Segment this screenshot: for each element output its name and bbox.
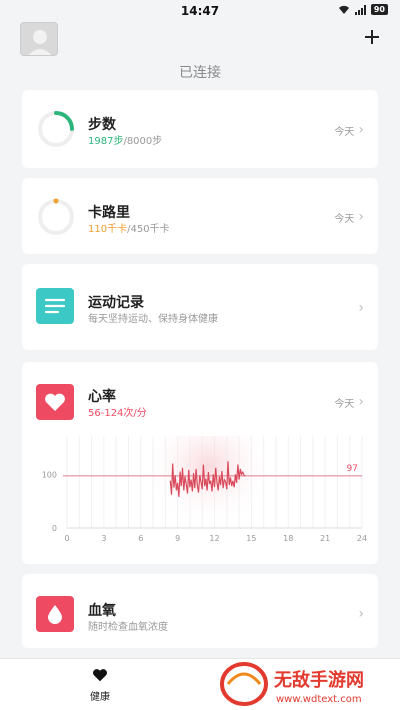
x-tick-label: 12 <box>209 534 219 543</box>
y-tick-label: 0 <box>52 524 57 533</box>
exercise-title: 运动记录 <box>88 295 144 311</box>
drop-icon <box>36 596 74 632</box>
exercise-record-card[interactable]: 运动记录 每天坚持运动、保持身体健康 › <box>22 264 378 350</box>
x-tick-label: 6 <box>138 534 143 543</box>
steps-progress-ring <box>38 111 74 147</box>
chevron-right-icon: › <box>358 300 364 316</box>
add-device-button[interactable] <box>364 28 380 50</box>
watermark-logo: 无敌手游网 www.wdtext.com <box>214 660 394 706</box>
wifi-icon <box>338 5 349 14</box>
tab-health-label: 健康 <box>90 692 110 703</box>
y-tick-label: 100 <box>42 470 57 479</box>
x-tick-label: 18 <box>283 534 293 543</box>
chevron-right-icon: › <box>358 122 364 138</box>
calories-current: 110千卡 <box>88 224 128 235</box>
x-tick-label: 21 <box>320 534 330 543</box>
tab-health[interactable]: 健康 <box>70 667 130 703</box>
calories-title: 卡路里 <box>88 205 130 221</box>
latest-heart-rate-label: 97 <box>347 464 358 474</box>
x-tick-label: 0 <box>64 534 69 543</box>
battery-icon: 90 <box>370 4 388 15</box>
chevron-right-icon: › <box>358 606 364 622</box>
steps-card[interactable]: 步数 1987步/8000步 今天 › <box>22 90 378 168</box>
x-tick-label: 3 <box>101 534 106 543</box>
watermark-text: 无敌手游网 <box>274 669 364 691</box>
calories-progress-ring <box>38 198 74 235</box>
x-tick-label: 15 <box>246 534 256 543</box>
clock: 14:47 <box>180 4 220 18</box>
watermark-url: www.wdtext.com <box>276 694 362 705</box>
heart-rate-card[interactable]: 心率 56-124次/分 今天 › 0 3 6 9 12 15 18 21 24 0 100 97 <box>22 362 378 564</box>
list-icon <box>36 288 74 324</box>
steps-goal: /8000步 <box>123 136 163 147</box>
signal-icon <box>354 4 366 15</box>
calories-period: 今天 <box>334 213 355 225</box>
blood-oxygen-card[interactable]: 血氧 随时检查血氧浓度 › <box>22 574 378 648</box>
heart-icon <box>93 669 107 682</box>
steps-current: 1987步 <box>88 136 124 147</box>
x-tick-label: 24 <box>357 534 367 543</box>
exercise-subtitle: 每天坚持运动、保持身体健康 <box>88 314 218 325</box>
chevron-right-icon: › <box>358 209 364 225</box>
avatar[interactable] <box>20 22 58 56</box>
blood-oxygen-title: 血氧 <box>88 603 116 619</box>
steps-period: 今天 <box>334 126 355 138</box>
steps-title: 步数 <box>88 117 116 133</box>
x-tick-label: 9 <box>175 534 180 543</box>
connection-status: 已连接 <box>179 65 221 81</box>
heart-rate-chart: 0 3 6 9 12 15 18 21 24 0 100 97 <box>42 436 367 543</box>
status-bar: 14:47 90 <box>0 0 400 22</box>
blood-oxygen-subtitle: 随时检查血氧浓度 <box>88 622 168 633</box>
calories-goal: /450千卡 <box>127 224 170 235</box>
calories-card[interactable]: 卡路里 110千卡/450千卡 今天 › <box>22 178 378 254</box>
plus-icon <box>365 30 379 44</box>
